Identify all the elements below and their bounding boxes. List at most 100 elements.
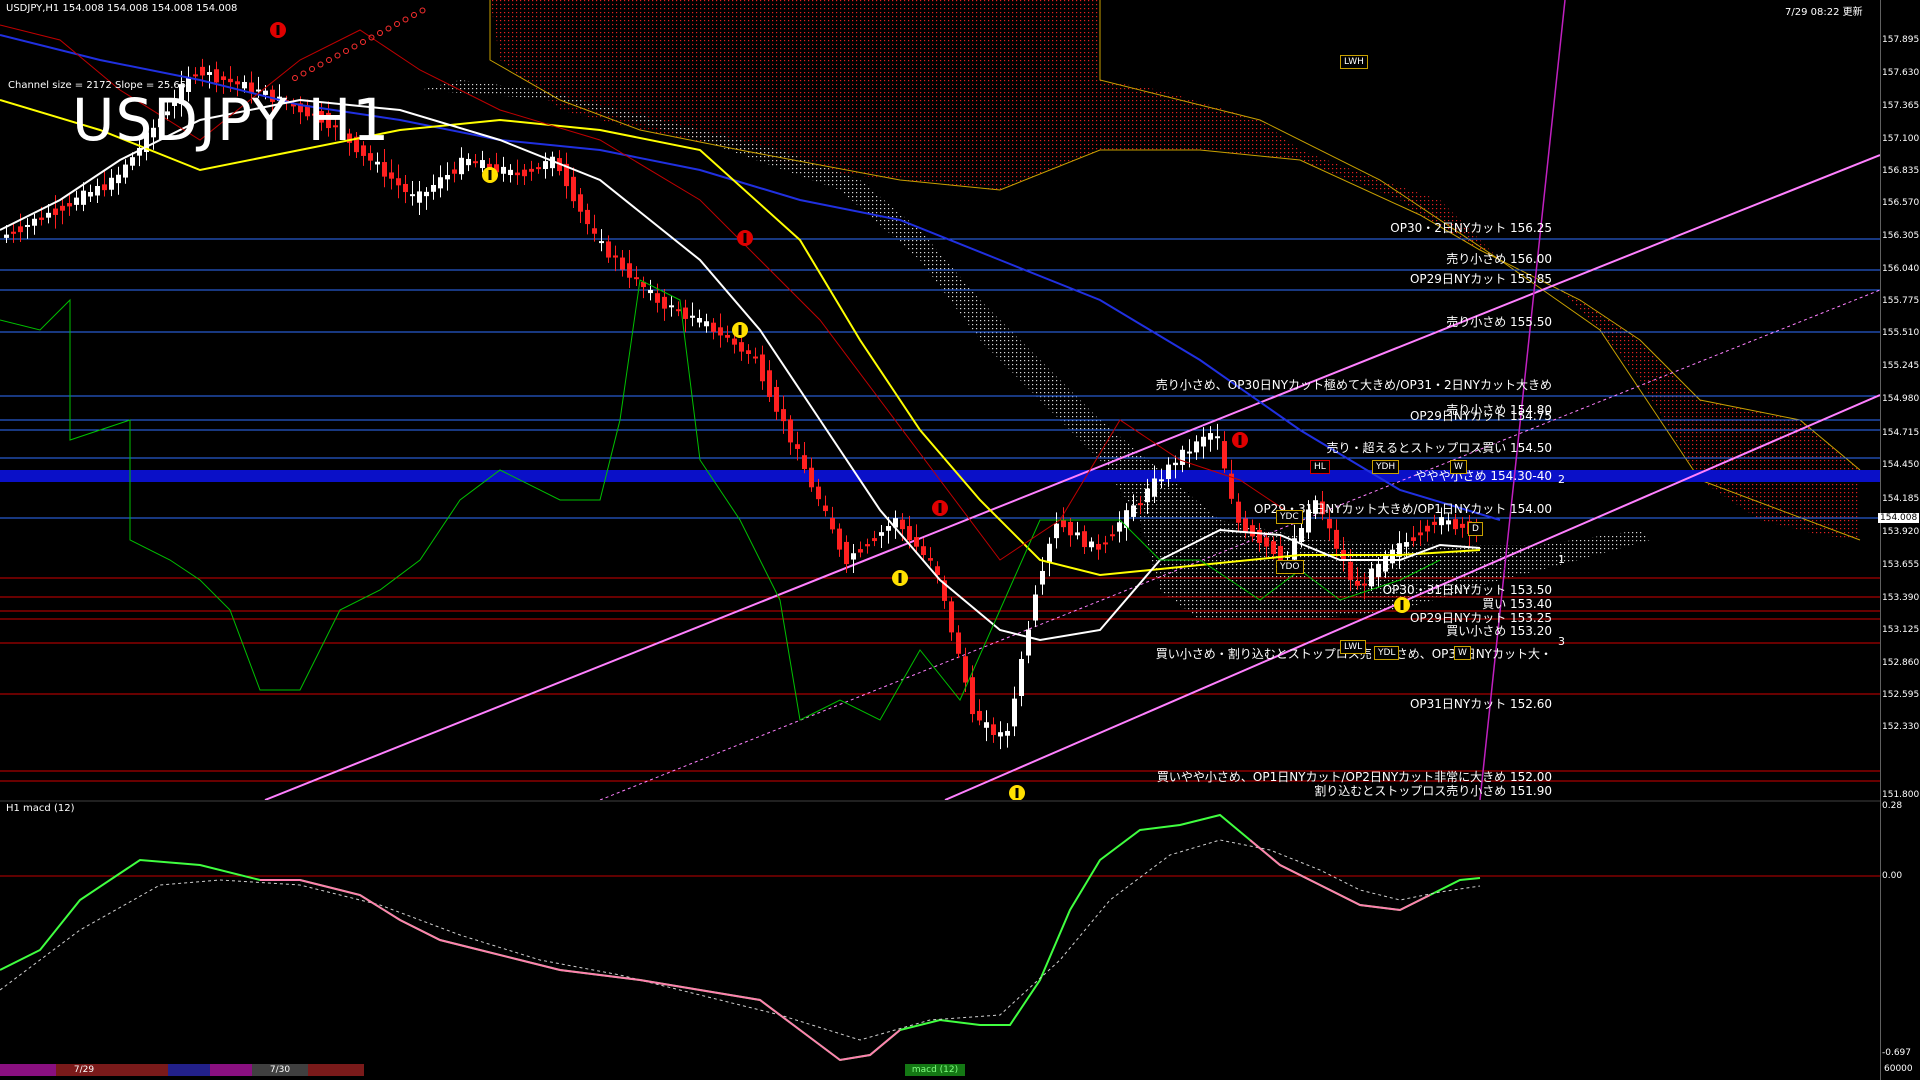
level-label: 割り込むとストップロス売り小さめ 151.90 (1314, 784, 1552, 798)
bottom-right-label: 60000 (1884, 1064, 1913, 1074)
level-label: OP29日NYカット 153.25 (1409, 611, 1552, 625)
price-axis-label: 157.100 (1882, 134, 1920, 144)
price-axis-label: 154.980 (1882, 394, 1920, 404)
candle-body (522, 169, 527, 177)
candle-body (438, 177, 443, 189)
candle-body (1257, 529, 1262, 543)
candle-body (830, 517, 835, 530)
candle-body (1019, 659, 1024, 696)
box-ydo: YDO (1276, 560, 1304, 574)
candle-body (1145, 488, 1150, 503)
level-label: ややや小さめ 154.30-40 (1414, 469, 1552, 483)
price-axis-label: 154.185 (1882, 494, 1920, 504)
candle-body (788, 419, 793, 443)
candle-body (585, 209, 590, 225)
macd-indicator-tag[interactable]: macd (12) (905, 1064, 965, 1076)
candle-body (613, 255, 618, 258)
candle-body (1082, 531, 1087, 548)
candle-body (606, 241, 611, 258)
time-cell-day2: 7/30 (252, 1064, 308, 1076)
candle-body (410, 194, 415, 197)
candle-body (872, 538, 877, 542)
candle-body (1047, 543, 1052, 563)
price-axis-label: 157.630 (1882, 68, 1920, 78)
candle-body (417, 191, 422, 203)
candle-body (1215, 436, 1220, 439)
candle-body (1159, 479, 1164, 482)
candle-body (95, 185, 100, 196)
candle-body (1418, 532, 1423, 536)
candle-body (403, 183, 408, 193)
time-cell (308, 1064, 364, 1076)
candle-body (851, 553, 856, 560)
box-lwl: LWL (1340, 640, 1367, 654)
macd-axis-bottom: -0.697 (1882, 1048, 1912, 1058)
box-w-bottom: W (1454, 646, 1471, 660)
candle-body (529, 168, 534, 172)
price-axis-label: 152.860 (1882, 658, 1920, 668)
update-time: 7/29 08:22 更新 (1785, 7, 1863, 18)
candle-body (648, 289, 653, 294)
candle-body (1376, 563, 1381, 578)
candle-body (214, 69, 219, 83)
candle-body (459, 157, 464, 175)
candle-body (1033, 594, 1038, 621)
candle-body (431, 184, 436, 192)
candle-body (130, 157, 135, 166)
candle-body (515, 172, 520, 176)
candle-body (1411, 537, 1416, 541)
candle-body (998, 732, 1003, 737)
candle-body (1201, 436, 1206, 447)
candle-body (571, 176, 576, 202)
candle-body (669, 305, 674, 308)
candle-body (1026, 629, 1031, 656)
candle-body (858, 549, 863, 553)
level-label: 売り小さめ 155.50 (1446, 315, 1552, 329)
candle-body (809, 467, 814, 488)
level-label: 売り・超えるとストップロス買い 154.50 (1326, 441, 1552, 455)
price-axis-label: 157.895 (1882, 35, 1920, 45)
level-label: OP29日NYカット 155.85 (1409, 272, 1552, 286)
candle-body (704, 321, 709, 327)
candle-body (1110, 534, 1115, 537)
candle-body (970, 677, 975, 715)
box-d: D (1468, 522, 1483, 536)
candle-body (620, 257, 625, 270)
price-axis-label: 151.800 (1882, 790, 1920, 800)
candle-body (914, 537, 919, 547)
price-axis-label: 156.305 (1882, 231, 1920, 241)
macd-axis-zero: 0.00 (1882, 871, 1903, 881)
candle-body (795, 444, 800, 449)
candle-body (235, 81, 240, 85)
box-ydc: YDC (1276, 510, 1303, 524)
candle-body (1390, 549, 1395, 564)
box-ydl: YDL (1374, 646, 1400, 660)
candle-body (732, 338, 737, 345)
candle-body (389, 172, 394, 179)
price-axis-label: 156.570 (1882, 198, 1920, 208)
price-axis-label: 153.390 (1882, 593, 1920, 603)
candle-body (1327, 518, 1332, 529)
candle-body (802, 455, 807, 470)
candle-body (991, 724, 996, 735)
price-axis-label: 154.450 (1882, 460, 1920, 470)
candle-body (1348, 561, 1353, 580)
level-label: OP31日NYカット 152.60 (1409, 697, 1552, 711)
candle-body (760, 354, 765, 382)
level-label: 売り小さめ、OP30日NYカット極めて大きめ/OP31・2日NYカット大きめ (1155, 378, 1552, 392)
candle-body (592, 228, 597, 234)
candle-body (228, 78, 233, 83)
chart-window: USDJPY,H1 154.008 154.008 154.008 154.00… (0, 0, 1920, 1080)
candle-body (711, 322, 716, 332)
candle-body (424, 191, 429, 197)
level-label: 買い小さめ 153.20 (1446, 624, 1552, 638)
macd-panel-canvas[interactable] (0, 800, 1880, 1062)
candle-body (193, 74, 198, 77)
box-hl: HL (1310, 460, 1330, 474)
candle-body (1103, 542, 1108, 545)
candle-body (977, 710, 982, 721)
candle-body (1166, 464, 1171, 480)
channel-marker-1: 1 (1558, 553, 1565, 566)
candle-body (1453, 519, 1458, 530)
candle-body (1432, 521, 1437, 525)
